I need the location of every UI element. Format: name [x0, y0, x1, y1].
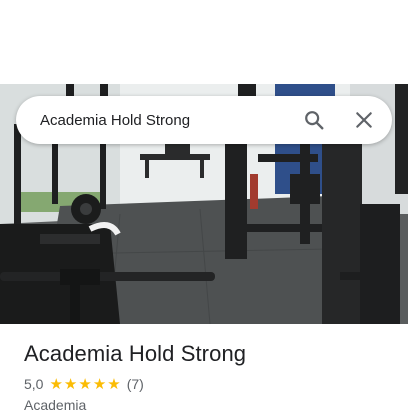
rating-value: 5,0 [24, 376, 44, 392]
star-icon: ★ [78, 374, 92, 393]
close-icon [356, 112, 372, 128]
star-rating: ★ ★ ★ ★ ★ [49, 374, 121, 393]
star-icon: ★ [107, 374, 121, 393]
star-icon: ★ [63, 374, 78, 393]
star-icon: ★ [49, 374, 63, 393]
rating-row[interactable]: 5,0 ★ ★ ★ ★ ★ (7) [24, 376, 144, 392]
search-bar[interactable]: Academia Hold Strong [16, 96, 392, 144]
search-input[interactable]: Academia Hold Strong [40, 112, 296, 129]
search-button[interactable] [296, 102, 332, 138]
clear-search-button[interactable] [346, 102, 382, 138]
place-category: Academia [24, 397, 87, 413]
star-icon: ★ [92, 374, 107, 393]
review-count[interactable]: (7) [127, 376, 144, 392]
top-blank-area [0, 0, 408, 84]
place-title: Academia Hold Strong [24, 341, 247, 366]
search-icon [305, 111, 324, 130]
